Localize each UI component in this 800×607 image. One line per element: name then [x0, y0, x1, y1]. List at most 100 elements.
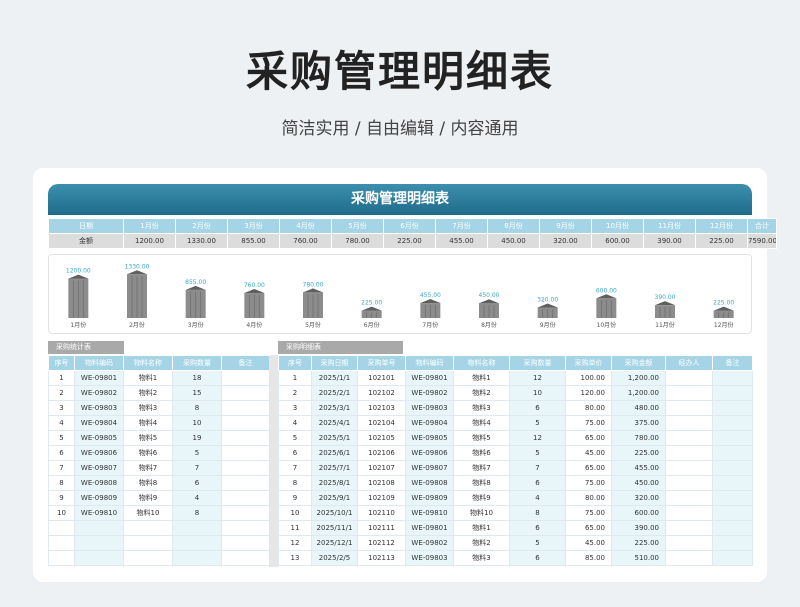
table-cell[interactable]: [665, 505, 713, 521]
column-header[interactable]: 采购金额: [611, 355, 666, 371]
table-cell[interactable]: WE-09806: [405, 445, 454, 461]
table-cell[interactable]: 102105: [357, 430, 406, 446]
table-cell[interactable]: 5: [278, 430, 312, 446]
table-cell[interactable]: 2025/2/5: [311, 550, 358, 566]
table-cell[interactable]: WE-09804: [405, 415, 454, 431]
table-cell[interactable]: 2025/12/1: [311, 535, 358, 551]
table-cell[interactable]: [665, 550, 713, 566]
table-cell[interactable]: 6: [509, 475, 566, 491]
table-cell[interactable]: [221, 550, 270, 566]
table-cell[interactable]: 102108: [357, 475, 406, 491]
table-cell[interactable]: 4: [278, 415, 312, 431]
table-cell[interactable]: WE-09805: [405, 430, 454, 446]
table-cell[interactable]: 450.00: [611, 475, 666, 491]
table-cell[interactable]: 85.00: [565, 550, 612, 566]
table-cell[interactable]: 5: [509, 445, 566, 461]
table-cell[interactable]: 102102: [357, 385, 406, 401]
table-cell[interactable]: [74, 550, 124, 566]
table-cell[interactable]: 2025/2/1: [311, 385, 358, 401]
table-cell[interactable]: 3: [278, 400, 312, 416]
table-cell[interactable]: 2025/8/1: [311, 475, 358, 491]
table-cell[interactable]: 3: [48, 400, 75, 416]
table-cell[interactable]: 10: [509, 385, 566, 401]
table-cell[interactable]: 65.00: [565, 520, 612, 536]
table-cell[interactable]: 8: [509, 505, 566, 521]
column-header[interactable]: 物料编码: [405, 355, 454, 371]
table-cell[interactable]: 102101: [357, 370, 406, 386]
table-cell[interactable]: [221, 475, 270, 491]
table-cell[interactable]: 物料6: [123, 445, 173, 461]
purchase-stats-tab[interactable]: 采购统计表: [48, 341, 124, 354]
table-cell[interactable]: [123, 535, 173, 551]
table-cell[interactable]: 6: [509, 520, 566, 536]
table-cell[interactable]: 6: [509, 400, 566, 416]
table-cell[interactable]: [712, 370, 753, 386]
table-cell[interactable]: 375.00: [611, 415, 666, 431]
table-cell[interactable]: 18: [172, 370, 222, 386]
table-cell[interactable]: [48, 550, 75, 566]
table-cell[interactable]: 物料3: [453, 400, 510, 416]
table-cell[interactable]: WE-09803: [405, 400, 454, 416]
table-cell[interactable]: [665, 370, 713, 386]
table-cell[interactable]: WE-09801: [405, 370, 454, 386]
table-cell[interactable]: 物料4: [453, 415, 510, 431]
table-cell[interactable]: 102104: [357, 415, 406, 431]
table-cell[interactable]: WE-09807: [405, 460, 454, 476]
table-cell[interactable]: 2025/3/1: [311, 400, 358, 416]
table-cell[interactable]: 物料9: [453, 490, 510, 506]
table-cell[interactable]: WE-09803: [405, 550, 454, 566]
column-header[interactable]: 备注: [712, 355, 753, 371]
table-cell[interactable]: [712, 505, 753, 521]
table-cell[interactable]: WE-09805: [74, 430, 124, 446]
table-cell[interactable]: 1: [48, 370, 75, 386]
table-cell[interactable]: 物料9: [123, 490, 173, 506]
table-cell[interactable]: 4: [172, 490, 222, 506]
table-cell[interactable]: [665, 535, 713, 551]
table-cell[interactable]: 7: [48, 460, 75, 476]
table-cell[interactable]: 1,200.00: [611, 370, 666, 386]
table-cell[interactable]: 65.00: [565, 460, 612, 476]
table-cell[interactable]: [712, 415, 753, 431]
table-cell[interactable]: [172, 550, 222, 566]
table-cell[interactable]: [712, 460, 753, 476]
table-cell[interactable]: [665, 520, 713, 536]
table-cell[interactable]: 8: [48, 475, 75, 491]
table-cell[interactable]: 10: [172, 415, 222, 431]
column-header[interactable]: 物料名称: [453, 355, 510, 371]
table-cell[interactable]: 7: [278, 460, 312, 476]
table-cell[interactable]: 2025/6/1: [311, 445, 358, 461]
table-cell[interactable]: WE-09809: [405, 490, 454, 506]
table-cell[interactable]: 9: [278, 490, 312, 506]
table-cell[interactable]: [123, 520, 173, 536]
table-cell[interactable]: 物料8: [453, 475, 510, 491]
table-cell[interactable]: 225.00: [611, 535, 666, 551]
table-cell[interactable]: 75.00: [565, 475, 612, 491]
table-cell[interactable]: [221, 460, 270, 476]
table-cell[interactable]: [221, 430, 270, 446]
table-cell[interactable]: 2025/1/1: [311, 370, 358, 386]
table-cell[interactable]: 12: [509, 370, 566, 386]
table-cell[interactable]: 物料5: [453, 430, 510, 446]
table-cell[interactable]: [712, 475, 753, 491]
table-cell[interactable]: 320.00: [611, 490, 666, 506]
table-cell[interactable]: 75.00: [565, 415, 612, 431]
table-cell[interactable]: 物料3: [123, 400, 173, 416]
table-cell[interactable]: 物料10: [123, 505, 173, 521]
table-cell[interactable]: WE-09802: [74, 385, 124, 401]
column-header[interactable]: 经办人: [665, 355, 713, 371]
table-cell[interactable]: 6: [172, 475, 222, 491]
table-cell[interactable]: 480.00: [611, 400, 666, 416]
table-cell[interactable]: 6: [509, 550, 566, 566]
table-cell[interactable]: 390.00: [611, 520, 666, 536]
table-cell[interactable]: 102112: [357, 535, 406, 551]
table-cell[interactable]: 9: [48, 490, 75, 506]
table-cell[interactable]: 物料1: [123, 370, 173, 386]
table-cell[interactable]: 物料3: [453, 550, 510, 566]
table-cell[interactable]: 15: [172, 385, 222, 401]
table-cell[interactable]: WE-09809: [74, 490, 124, 506]
table-cell[interactable]: WE-09810: [405, 505, 454, 521]
table-cell[interactable]: WE-09808: [405, 475, 454, 491]
table-cell[interactable]: WE-09804: [74, 415, 124, 431]
table-cell[interactable]: [712, 385, 753, 401]
table-cell[interactable]: 物料7: [453, 460, 510, 476]
